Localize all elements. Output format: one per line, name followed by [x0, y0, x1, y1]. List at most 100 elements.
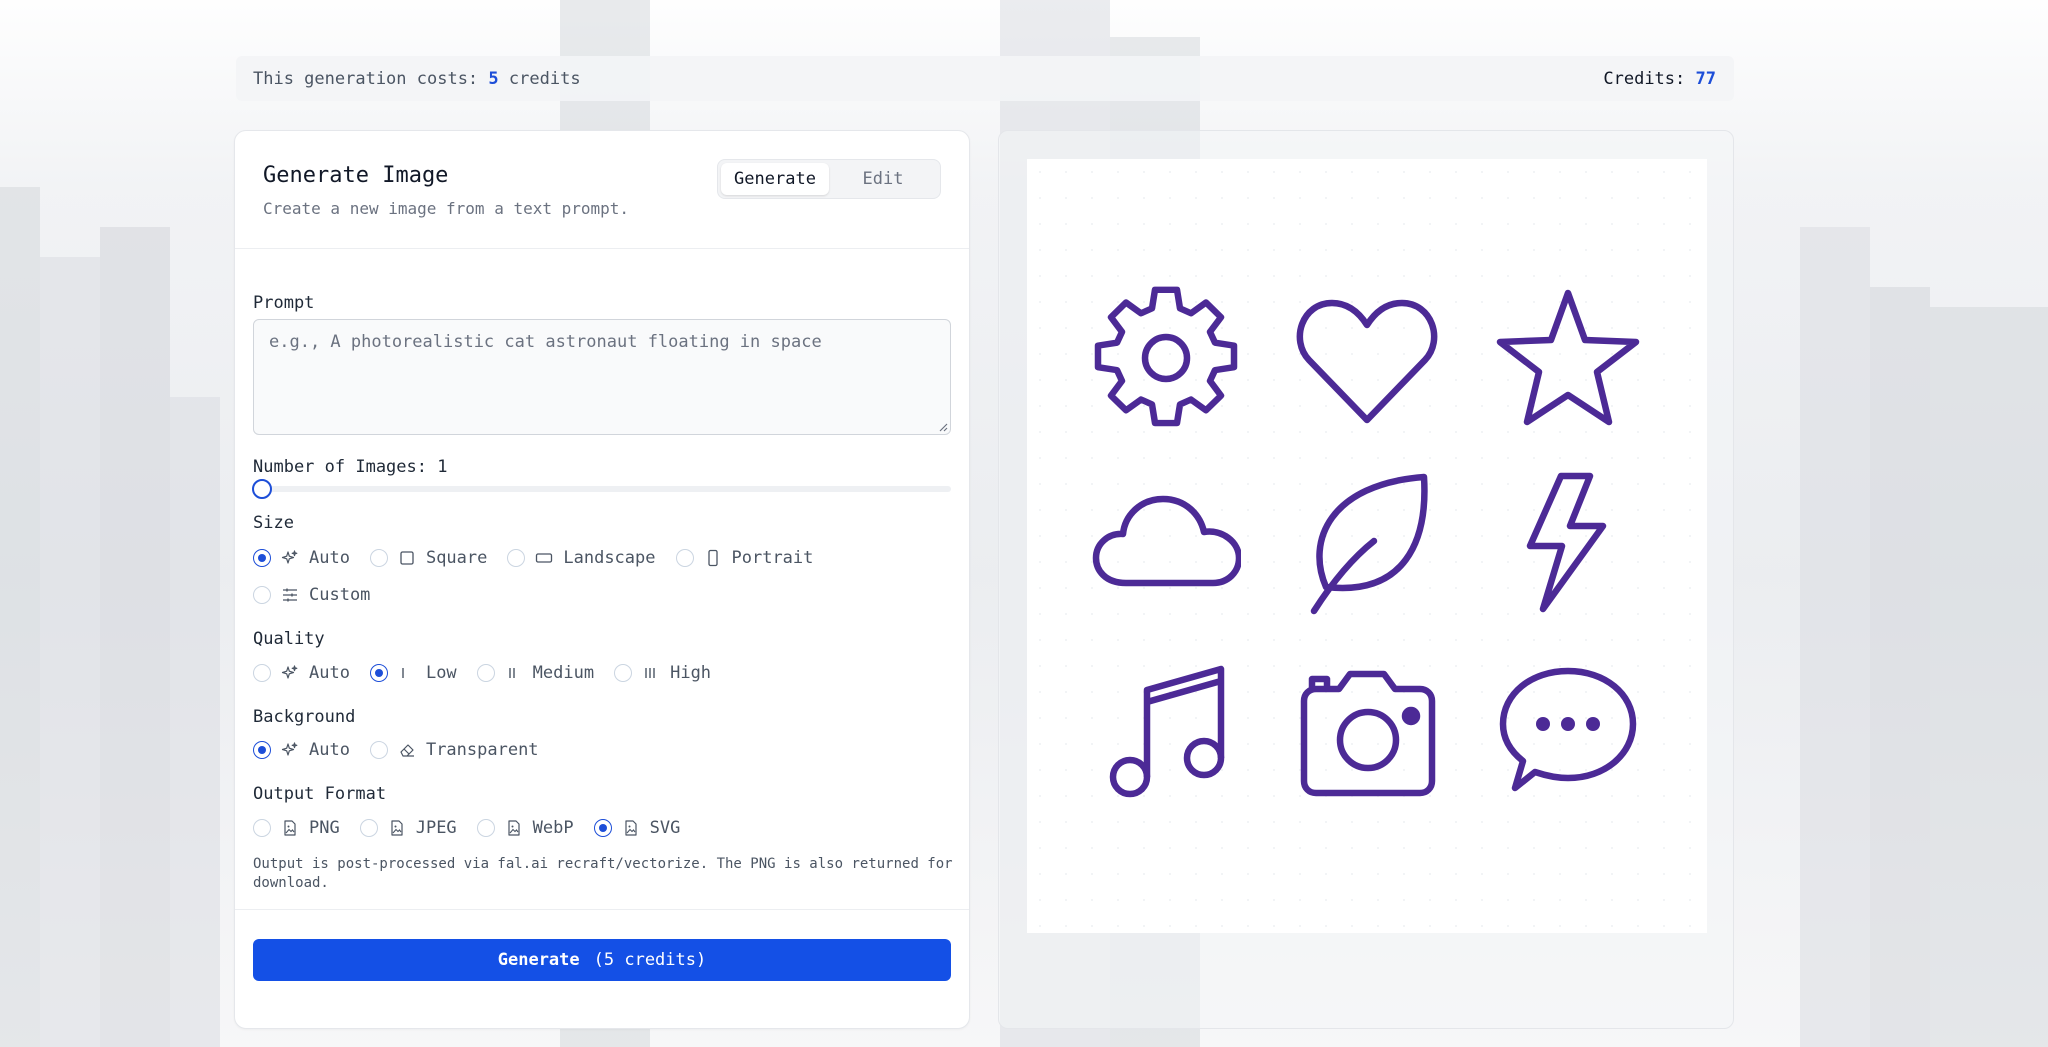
camera-icon [1292, 654, 1442, 804]
size-option-custom[interactable]: Custom [253, 585, 370, 605]
chat-bubble-icon [1493, 654, 1643, 804]
format-svg-label: SVG [649, 818, 681, 838]
size-option-portrait[interactable]: Portrait [675, 548, 814, 568]
image-file-icon [388, 819, 406, 837]
image-file-icon [281, 819, 299, 837]
quality-option-low[interactable]: Low [369, 663, 457, 683]
cloud-icon [1091, 466, 1243, 616]
sliders-icon [281, 586, 299, 604]
generate-panel: Generate Image Create a new image from a… [234, 130, 970, 1029]
format-option-webp[interactable]: WebP [476, 818, 574, 838]
tab-generate[interactable]: Generate [721, 163, 829, 195]
format-png-radio[interactable] [253, 819, 271, 837]
gear-icon [1091, 283, 1241, 433]
quality-medium-label: Medium [532, 663, 595, 683]
format-jpeg-radio[interactable] [359, 819, 378, 837]
background-options: Auto Transparent [253, 738, 559, 762]
quality-low-label: Low [425, 663, 457, 683]
prompt-label: Prompt [253, 293, 315, 313]
output-format-label: Output Format [253, 784, 387, 804]
size-auto-label: Auto [309, 548, 350, 568]
output-format-options: PNG JPEG WebP SVG [253, 816, 700, 840]
quality-option-high[interactable]: High [614, 663, 711, 683]
cost-value: 5 [488, 68, 499, 89]
format-png-label: PNG [309, 818, 340, 838]
leaf-icon [1292, 466, 1442, 616]
generated-image [1027, 159, 1707, 933]
generation-cost: This generation costs: 5 credits [253, 69, 581, 89]
portrait-icon [704, 549, 722, 567]
resize-handle-icon[interactable] [938, 422, 948, 432]
size-square-label: Square [425, 548, 488, 568]
background-transparent-radio[interactable] [369, 741, 388, 759]
panel-header: Generate Image Create a new image from a… [235, 131, 969, 249]
quality-medium-radio[interactable] [476, 664, 495, 682]
num-images-slider-track[interactable] [253, 486, 951, 492]
size-portrait-radio[interactable] [675, 549, 694, 567]
quality-options: Auto Low Medium High [253, 661, 731, 685]
size-option-auto[interactable]: Auto [253, 548, 350, 568]
preview-panel [998, 130, 1734, 1029]
mode-toggle: Generate Edit [717, 159, 941, 199]
format-option-jpeg[interactable]: JPEG [359, 818, 457, 838]
size-auto-radio[interactable] [253, 549, 271, 567]
num-images-slider-thumb[interactable] [252, 479, 272, 499]
format-webp-radio[interactable] [476, 819, 495, 837]
background-option-auto[interactable]: Auto [253, 740, 350, 760]
panel-title: Generate Image [263, 163, 449, 188]
format-jpeg-label: JPEG [415, 818, 457, 838]
background-option-transparent[interactable]: Transparent [369, 740, 539, 760]
cost-prefix: This generation costs: [253, 68, 479, 89]
size-landscape-radio[interactable] [507, 549, 526, 567]
size-landscape-label: Landscape [563, 548, 656, 568]
square-icon [398, 549, 416, 567]
quality-label: Quality [253, 629, 325, 649]
quality-auto-radio[interactable] [253, 664, 271, 682]
two-bars-icon [505, 664, 523, 682]
output-format-note: Output is post-processed via fal.ai recr… [253, 856, 953, 891]
format-option-png[interactable]: PNG [253, 818, 340, 838]
size-option-square[interactable]: Square [369, 548, 488, 568]
prompt-placeholder: e.g., A photorealistic cat astronaut flo… [269, 332, 822, 352]
generate-button-credits: (5 credits) [593, 950, 707, 970]
tab-edit[interactable]: Edit [829, 163, 937, 195]
background-auto-radio[interactable] [253, 741, 271, 759]
size-options-row2: Custom [253, 583, 390, 607]
divider [235, 909, 969, 910]
eraser-icon [398, 741, 416, 759]
prompt-textarea[interactable]: e.g., A photorealistic cat astronaut flo… [253, 319, 951, 435]
quality-option-medium[interactable]: Medium [476, 663, 595, 683]
music-note-icon [1091, 654, 1241, 804]
credits-label: Credits: [1603, 68, 1686, 89]
quality-option-auto[interactable]: Auto [253, 663, 350, 683]
image-file-icon [505, 819, 523, 837]
generate-button[interactable]: Generate (5 credits) [253, 939, 951, 981]
three-bars-icon [642, 664, 660, 682]
background-label: Background [253, 707, 356, 727]
size-custom-radio[interactable] [253, 586, 271, 604]
credits-balance: Credits: 77 [1603, 69, 1716, 89]
cost-suffix: credits [508, 68, 581, 89]
sparkles-icon [281, 549, 299, 567]
quality-low-radio[interactable] [369, 664, 388, 682]
panel-subtitle: Create a new image from a text prompt. [263, 199, 630, 218]
credits-value: 77 [1695, 68, 1716, 89]
quality-auto-label: Auto [309, 663, 350, 683]
heart-icon [1292, 283, 1442, 433]
one-bar-icon [398, 664, 416, 682]
size-label: Size [253, 513, 294, 533]
size-custom-label: Custom [309, 585, 371, 605]
size-portrait-label: Portrait [731, 548, 814, 568]
image-file-icon [622, 819, 640, 837]
size-square-radio[interactable] [369, 549, 388, 567]
background-transparent-label: Transparent [425, 740, 539, 760]
landscape-icon [535, 549, 553, 567]
size-option-landscape[interactable]: Landscape [507, 548, 656, 568]
format-option-svg[interactable]: SVG [593, 818, 681, 838]
generate-button-label: Generate [497, 950, 580, 970]
cost-bar: This generation costs: 5 credits Credits… [236, 56, 1734, 101]
format-svg-radio[interactable] [593, 819, 612, 837]
sparkles-icon [281, 741, 299, 759]
format-webp-label: WebP [532, 818, 574, 838]
quality-high-radio[interactable] [614, 664, 633, 682]
